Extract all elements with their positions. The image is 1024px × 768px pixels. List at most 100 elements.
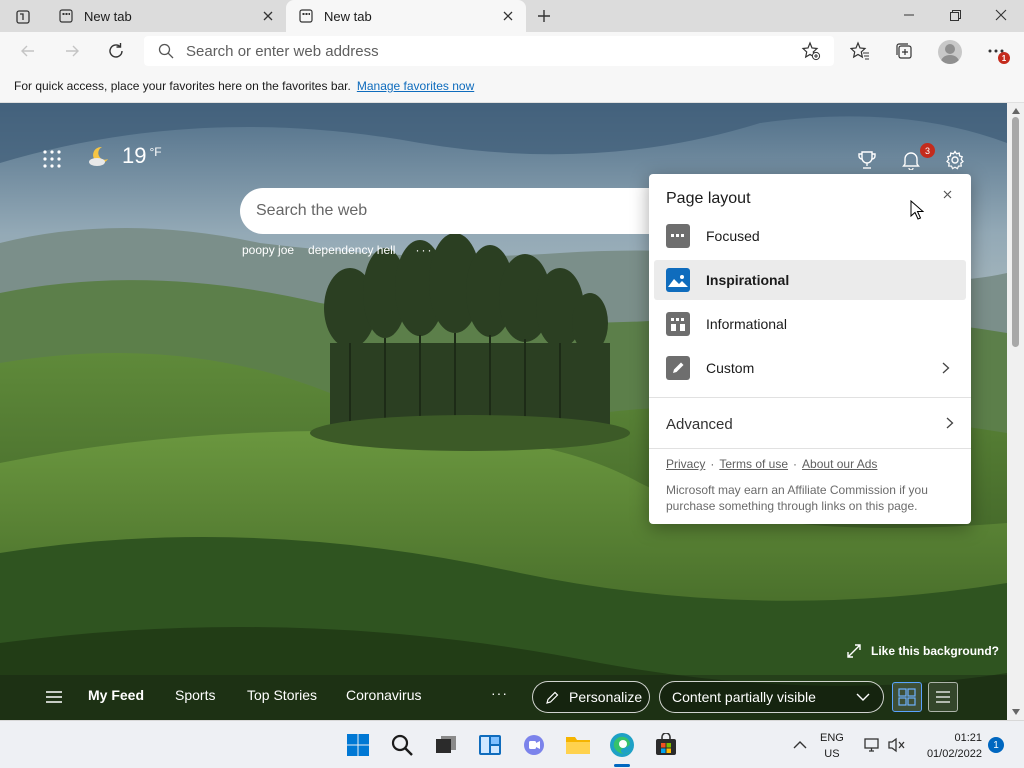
terms-of-use-link[interactable]: Terms of use: [719, 457, 788, 471]
weather-widget[interactable]: 19 °F: [88, 143, 162, 169]
web-search-box[interactable]: [240, 188, 680, 234]
rewards-button[interactable]: [854, 147, 880, 173]
bell-icon: [902, 152, 920, 170]
refresh-button[interactable]: [100, 36, 132, 66]
edge-button[interactable]: [608, 731, 636, 759]
new-tab-button[interactable]: [530, 4, 558, 28]
layout-option-custom[interactable]: Custom: [654, 348, 966, 388]
tab-new-tab-2[interactable]: New tab: [286, 0, 526, 32]
advanced-settings-button[interactable]: Advanced: [666, 412, 954, 436]
quick-search-links: poopy joe dependency hell ···: [242, 243, 447, 257]
close-window-button[interactable]: [978, 0, 1024, 30]
pencil-icon: [666, 356, 690, 380]
widgets-button[interactable]: [476, 731, 504, 759]
volume-muted-icon[interactable]: [886, 734, 908, 756]
quick-link[interactable]: poopy joe: [242, 243, 294, 257]
search-icon: [158, 43, 174, 59]
tab-strip: New tab New tab: [0, 0, 1024, 32]
feed-tab-coronavirus[interactable]: Coronavirus: [346, 687, 421, 703]
feed-navigation-bar: My Feed Sports Top Stories Coronavirus ·…: [0, 675, 1007, 720]
address-bar[interactable]: [144, 36, 834, 66]
close-flyout-button[interactable]: [939, 186, 955, 202]
scroll-up-icon[interactable]: [1011, 106, 1020, 115]
address-input[interactable]: [186, 42, 796, 60]
personalize-button[interactable]: Personalize: [532, 681, 650, 713]
layout-option-informational[interactable]: Informational: [654, 304, 966, 344]
gear-icon: [946, 150, 964, 170]
file-explorer-button[interactable]: [564, 731, 592, 759]
informational-layout-icon: [666, 312, 690, 336]
chevron-right-icon: [936, 358, 956, 378]
edge-icon: [610, 733, 634, 757]
tab-actions-button[interactable]: [8, 6, 38, 28]
forward-button[interactable]: [56, 36, 88, 66]
task-view-button[interactable]: [432, 731, 460, 759]
close-icon: [943, 190, 951, 198]
web-search-input[interactable]: [256, 202, 680, 220]
feed-more-button[interactable]: ···: [491, 685, 508, 701]
minimize-button[interactable]: [886, 0, 932, 30]
favorites-button[interactable]: [844, 36, 876, 66]
show-hidden-icons-button[interactable]: [788, 733, 812, 757]
chat-button[interactable]: [520, 731, 548, 759]
content-visibility-dropdown[interactable]: Content partially visible: [659, 681, 884, 713]
system-clock[interactable]: 01:21 01/02/2022: [918, 730, 982, 762]
page-scrollbar[interactable]: [1007, 103, 1024, 720]
minimize-icon: [904, 14, 914, 16]
list-view-button[interactable]: [928, 682, 958, 712]
pencil-icon: [545, 690, 559, 704]
legal-links: Privacy · Terms of use · About our Ads: [666, 457, 877, 471]
trophy-icon: [858, 151, 876, 169]
hamburger-icon: [46, 691, 62, 703]
collections-button[interactable]: [888, 36, 920, 66]
temperature: 19: [122, 143, 147, 168]
star-add-icon: [801, 41, 821, 61]
divider: [649, 448, 971, 449]
store-button[interactable]: [652, 731, 680, 759]
grid-view-button[interactable]: [892, 682, 922, 712]
about-our-ads-link[interactable]: About our Ads: [802, 457, 877, 471]
search-taskbar-button[interactable]: [388, 731, 416, 759]
layout-option-inspirational[interactable]: Inspirational: [654, 260, 966, 300]
page-settings-button[interactable]: [942, 147, 968, 173]
landscape-image-icon: [666, 268, 690, 292]
avatar[interactable]: [938, 40, 962, 64]
arrow-left-icon: [21, 45, 34, 57]
grid-dots-icon: [43, 150, 61, 168]
notification-count-badge: 3: [920, 143, 935, 158]
restore-button[interactable]: [932, 0, 978, 30]
bullet: ·: [710, 457, 715, 471]
privacy-link[interactable]: Privacy: [666, 457, 705, 471]
back-button[interactable]: [12, 36, 44, 66]
scroll-down-icon[interactable]: [1011, 707, 1020, 716]
feed-tab-sports[interactable]: Sports: [175, 687, 215, 703]
add-favorite-button[interactable]: [796, 38, 826, 64]
affiliate-disclaimer: Microsoft may earn an Affiliate Commissi…: [666, 483, 928, 513]
manage-favorites-link[interactable]: Manage favorites now: [357, 79, 474, 93]
bullet: ·: [793, 457, 798, 471]
apps-launcher-button[interactable]: [40, 147, 64, 171]
start-button[interactable]: [344, 731, 372, 759]
layout-option-label: Focused: [706, 228, 760, 244]
close-tab-icon[interactable]: [256, 4, 280, 28]
feed-tab-my-feed[interactable]: My Feed: [88, 687, 144, 703]
quick-link[interactable]: dependency hell: [308, 243, 395, 257]
notification-center-badge[interactable]: 1: [988, 737, 1004, 753]
more-links-button[interactable]: ···: [415, 243, 433, 257]
scrollbar-thumb[interactable]: [1012, 117, 1019, 347]
tab-title: New tab: [324, 8, 372, 24]
new-tab-icon: [58, 8, 74, 24]
folder-icon: [566, 737, 590, 754]
task-view-icon: [436, 736, 456, 753]
feed-menu-button[interactable]: [44, 689, 64, 705]
region-code: US: [824, 748, 840, 760]
feed-tab-top-stories[interactable]: Top Stories: [247, 687, 317, 703]
close-tab-icon[interactable]: [496, 4, 520, 28]
divider: [649, 397, 971, 398]
input-language-indicator[interactable]: ENG US: [820, 730, 844, 762]
layout-option-focused[interactable]: Focused: [654, 216, 966, 256]
tab-new-tab-1[interactable]: New tab: [46, 0, 286, 32]
plus-icon: [538, 10, 550, 22]
network-icon[interactable]: [862, 734, 884, 756]
like-background-button[interactable]: Like this background?: [846, 643, 999, 659]
